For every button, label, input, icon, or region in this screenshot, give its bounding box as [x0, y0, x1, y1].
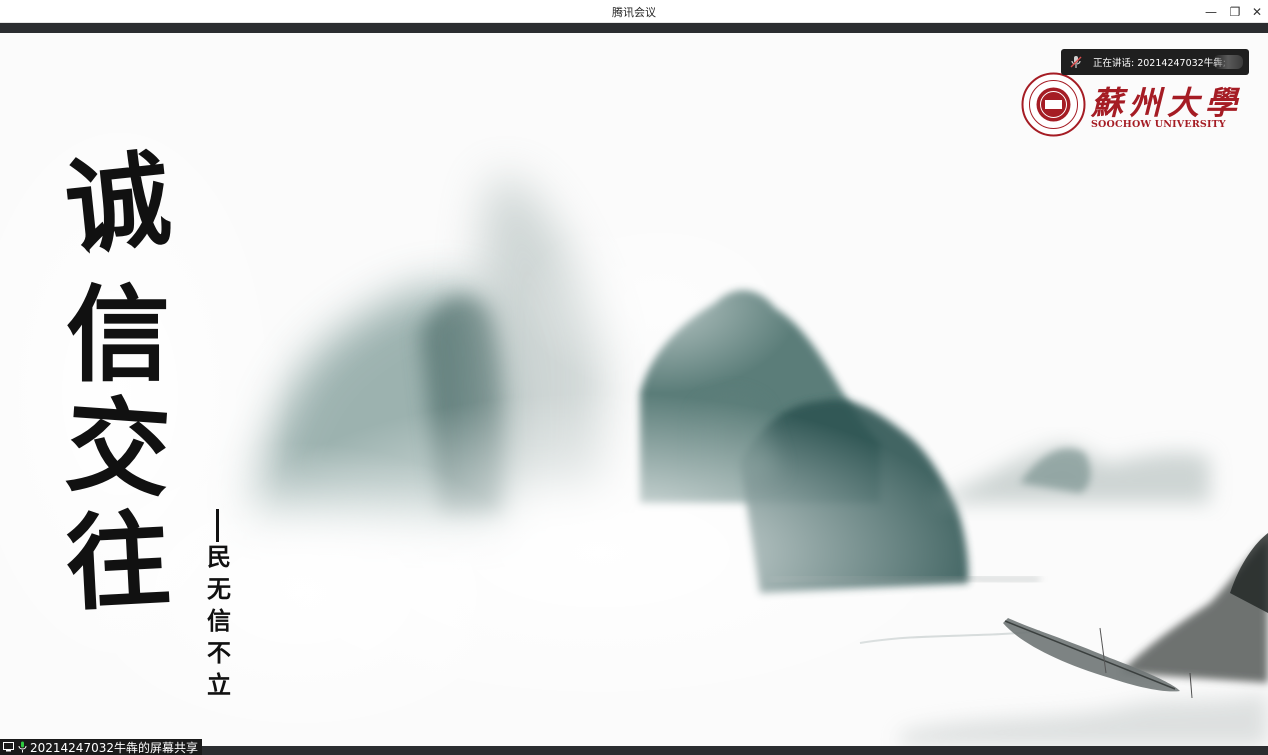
- speaker-volume-fade: [1213, 55, 1243, 69]
- active-speaker-label: 正在讲话: 20214247032牛犇;: [1093, 58, 1226, 69]
- window-title-bar: 腾讯会议 — ❐ ✕: [0, 0, 1268, 23]
- minimize-button[interactable]: —: [1198, 0, 1224, 23]
- title-char: 往: [62, 497, 174, 626]
- title-char: 信: [65, 273, 170, 396]
- subtitle-vertical: 民 无 信 不 立: [204, 541, 234, 701]
- subtitle-dash: [216, 509, 219, 542]
- window-title: 腾讯会议: [612, 6, 656, 19]
- title-char: 诚: [59, 136, 177, 271]
- toolbar-strip: [0, 23, 1268, 33]
- close-button[interactable]: ✕: [1244, 0, 1268, 23]
- mic-muted-icon: [1065, 49, 1087, 75]
- screen-share-label: 20214247032牛犇的屏幕共享: [30, 740, 198, 755]
- microphone-icon: [16, 741, 28, 753]
- screen-share-icon: [2, 741, 14, 753]
- ink-landscape-background: [0, 33, 1268, 746]
- active-speaker-indicator: 正在讲话: 20214247032牛犇;: [1061, 49, 1249, 75]
- subtitle-char: 不: [207, 638, 231, 667]
- shared-screen-slide: 诚 信 交 往 民 无 信 不 立 蘇州大學 SOOCHOW UNIVERSIT…: [0, 33, 1268, 746]
- university-seal-logo: [1021, 72, 1086, 137]
- university-name-en: SOOCHOW UNIVERSITY: [1091, 119, 1226, 130]
- screen-share-status[interactable]: 20214247032牛犇的屏幕共享: [0, 739, 202, 755]
- subtitle-char: 信: [207, 606, 231, 635]
- title-char: 交: [61, 382, 175, 513]
- university-name-cn: 蘇州大學: [1091, 84, 1244, 122]
- subtitle-char: 无: [207, 574, 231, 603]
- subtitle-char: 立: [207, 670, 231, 699]
- subtitle-char: 民: [207, 542, 231, 571]
